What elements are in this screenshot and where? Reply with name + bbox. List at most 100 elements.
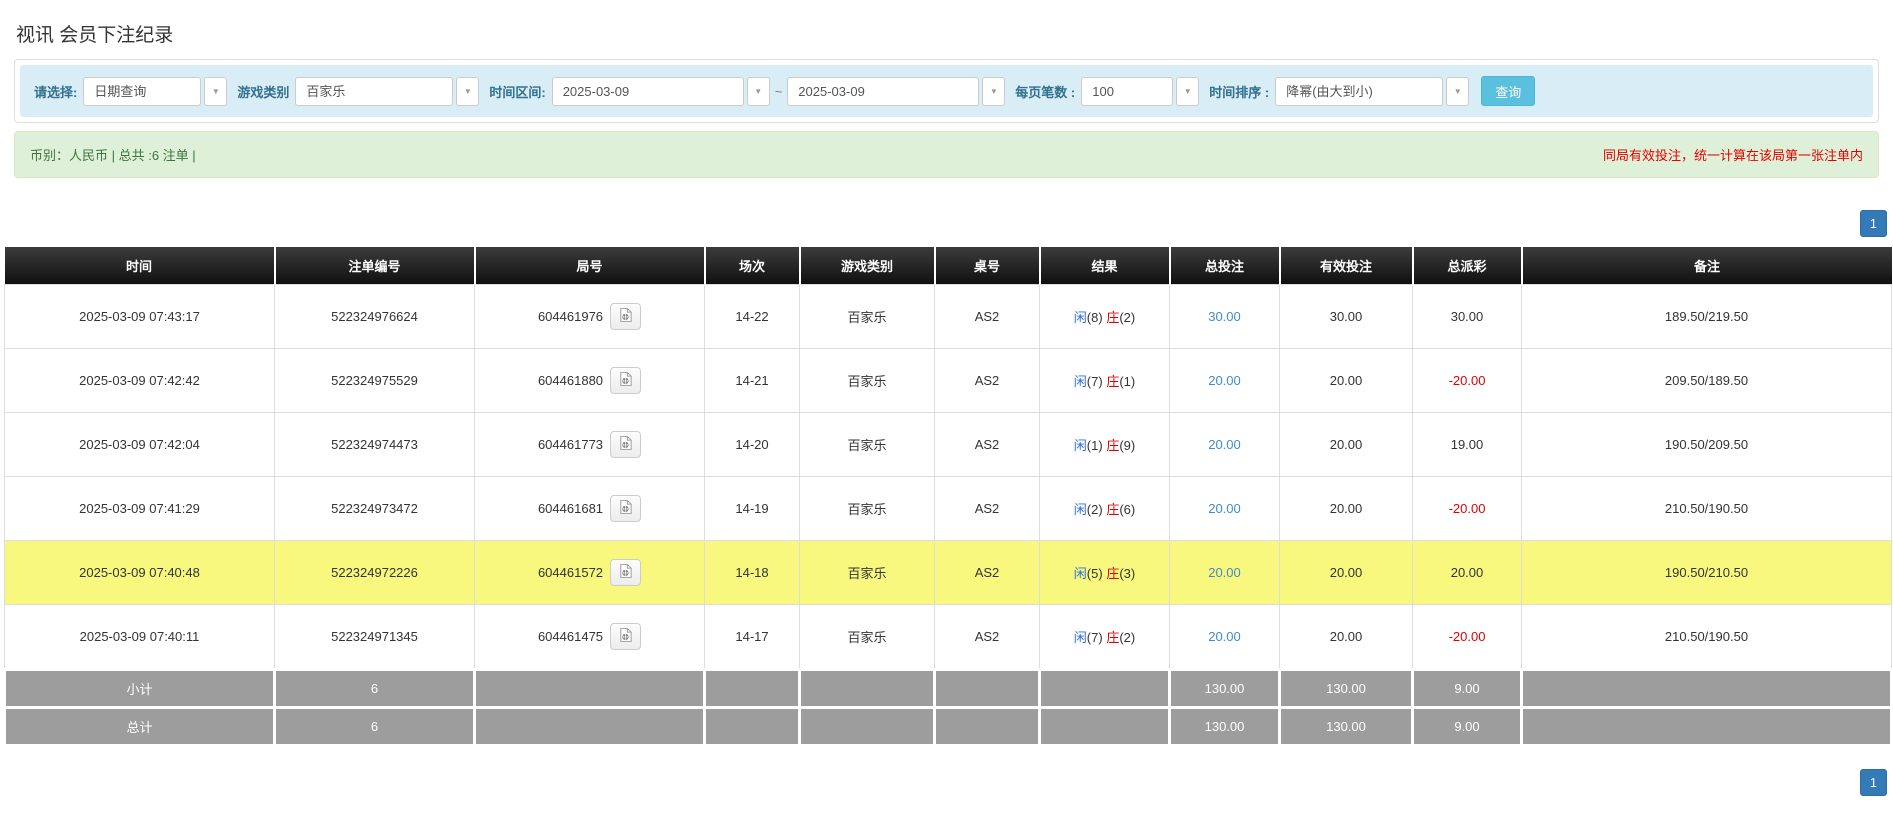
round-wrap: 604461572 [538,559,642,586]
game-type-cell: 百家乐 [799,540,935,605]
time-sort-value[interactable]: 降幂(由大到小) [1275,76,1444,106]
chevron-down-icon[interactable]: ▼ [1446,76,1470,106]
video-replay-button[interactable] [610,367,642,394]
round-cell: 604461880 [474,348,705,413]
table-row: 2025-03-09 07:42:42 522324975529 604461880… [4,348,1892,413]
table-header-row: 时间 注单编号 局号 场次 游戏类别 桌号 结果 总投注 有效投注 总派彩 备注 [4,247,1892,285]
game-type-cell: 百家乐 [799,284,935,349]
result-player-label: 闲 [1073,438,1087,453]
time-cell: 2025-03-09 07:42:42 [4,348,275,413]
result-player-score: (1) [1086,438,1103,453]
subtotal-row-label: 小计 [3,668,276,709]
date-to-select[interactable]: 2025-03-09 ▼ [787,76,1006,106]
table-no-cell: AS2 [934,284,1040,349]
result-player-label: 闲 [1073,630,1087,645]
video-file-icon [618,371,633,390]
video-replay-button[interactable] [610,623,642,650]
search-button[interactable]: 查询 [1481,76,1536,106]
game-type-cell: 百家乐 [799,604,935,670]
chevron-down-icon[interactable]: ▼ [1176,76,1200,106]
result-cell: 闲(2) 庄(6) [1039,476,1170,541]
total-bet-link[interactable]: 20.00 [1208,565,1241,580]
chevron-down-icon[interactable]: ▼ [982,76,1006,106]
table-row: 2025-03-09 07:43:17 522324976624 604461976… [4,284,1892,349]
total-bet-cell: 20.00 [1169,604,1280,670]
filter-bar: 请选择: 日期查询 ▼ 游戏类别 百家乐 ▼ 时间区间: 2025-03-09 … [20,65,1873,117]
bet-id-cell: 522324974473 [274,412,475,477]
valid-bet-cell: 20.00 [1279,348,1413,413]
valid-bet-cell: 20.00 [1279,412,1413,477]
subtotal-row-empty-cell [798,668,936,709]
time-cell: 2025-03-09 07:40:11 [4,604,275,670]
subtotal-row-valid-bet: 130.00 [1278,668,1414,709]
remark-cell: 190.50/209.50 [1521,412,1892,477]
total-bet-link[interactable]: 20.00 [1208,501,1241,516]
round-wrap: 604461773 [537,431,642,458]
remark-cell: 210.50/190.50 [1521,476,1892,541]
page-title: 视讯 会员下注纪录 [16,25,174,46]
page-1-button[interactable]: 1 [1859,210,1887,237]
session-cell: 14-22 [704,284,800,349]
total-row-empty-cell [1038,706,1171,747]
column-header: 总投注 [1169,247,1281,285]
total-row-empty-cell [703,706,801,747]
date-from-value[interactable]: 2025-03-09 [551,76,744,106]
result-banker-label: 庄 [1106,438,1120,453]
time-cell: 2025-03-09 07:42:04 [4,412,275,477]
per-page-value[interactable]: 100 [1081,76,1174,106]
round-id: 604461880 [537,373,604,388]
round-cell: 604461572 [474,540,705,605]
total-bet-link[interactable]: 20.00 [1208,373,1241,388]
bet-id-cell: 522324971345 [274,604,475,670]
valid-bet-cell: 20.00 [1279,604,1413,670]
video-replay-button[interactable] [610,303,642,330]
table-no-cell: AS2 [934,604,1040,670]
valid-bet-cell: 20.00 [1279,476,1413,541]
game-type-value[interactable]: 百家乐 [295,76,454,106]
round-id: 604461475 [537,629,604,644]
session-cell: 14-20 [704,412,800,477]
query-type-value[interactable]: 日期查询 [83,76,202,106]
time-sort-select[interactable]: 降幂(由大到小) ▼ [1275,76,1470,106]
subtotal-row-empty-cell [933,668,1041,709]
chevron-down-icon[interactable]: ▼ [746,76,770,106]
total-bet-link[interactable]: 20.00 [1208,437,1241,452]
table-row: 2025-03-09 07:40:11 522324971345 604461475… [4,604,1892,670]
video-replay-button[interactable] [610,495,642,522]
table-row: 2025-03-09 07:41:29 522324973472 604461681… [4,476,1892,541]
table-body: 2025-03-09 07:43:17 522324976624 604461976… [3,284,1893,747]
round-id: 604461773 [537,437,604,452]
query-type-select[interactable]: 日期查询 ▼ [83,76,228,106]
date-from-select[interactable]: 2025-03-09 ▼ [551,76,770,106]
subtotal-row-payout: 9.00 [1411,668,1523,709]
subtotal-row-empty-cell [1520,668,1893,709]
date-to-value[interactable]: 2025-03-09 [787,76,980,106]
chevron-down-icon[interactable]: ▼ [204,76,228,106]
valid-bet-cell: 20.00 [1279,540,1413,605]
subtotal-row: 小计 6 130.00 130.00 9.00 [3,668,1893,709]
video-replay-button[interactable] [610,559,642,586]
result-cell: 闲(1) 庄(9) [1039,412,1170,477]
total-bet-link[interactable]: 20.00 [1208,629,1241,644]
filter-panel: 请选择: 日期查询 ▼ 游戏类别 百家乐 ▼ 时间区间: 2025-03-09 … [14,59,1879,123]
game-type-select[interactable]: 百家乐 ▼ [295,76,480,106]
total-bet-cell: 20.00 [1169,476,1280,541]
round-wrap: 604461681 [537,495,642,522]
video-replay-button[interactable] [610,431,642,458]
payout-cell: -20.00 [1412,604,1522,670]
time-sort-label: 时间排序 : [1209,84,1270,100]
result-banker-label: 庄 [1106,310,1120,325]
payout-cell: 19.00 [1412,412,1522,477]
result-banker-label: 庄 [1106,566,1120,581]
payout-cell: -20.00 [1412,476,1522,541]
result-banker-score: (1) [1119,374,1136,389]
subtotal-row-empty-cell [703,668,801,709]
result-player-score: (8) [1086,310,1103,325]
result-banker-score: (2) [1119,630,1136,645]
table-no-cell: AS2 [934,412,1040,477]
page-1-button[interactable]: 1 [1859,769,1887,796]
round-id: 604461681 [537,501,604,516]
per-page-select[interactable]: 100 ▼ [1081,76,1200,106]
chevron-down-icon[interactable]: ▼ [456,76,480,106]
total-bet-link[interactable]: 30.00 [1208,309,1241,324]
